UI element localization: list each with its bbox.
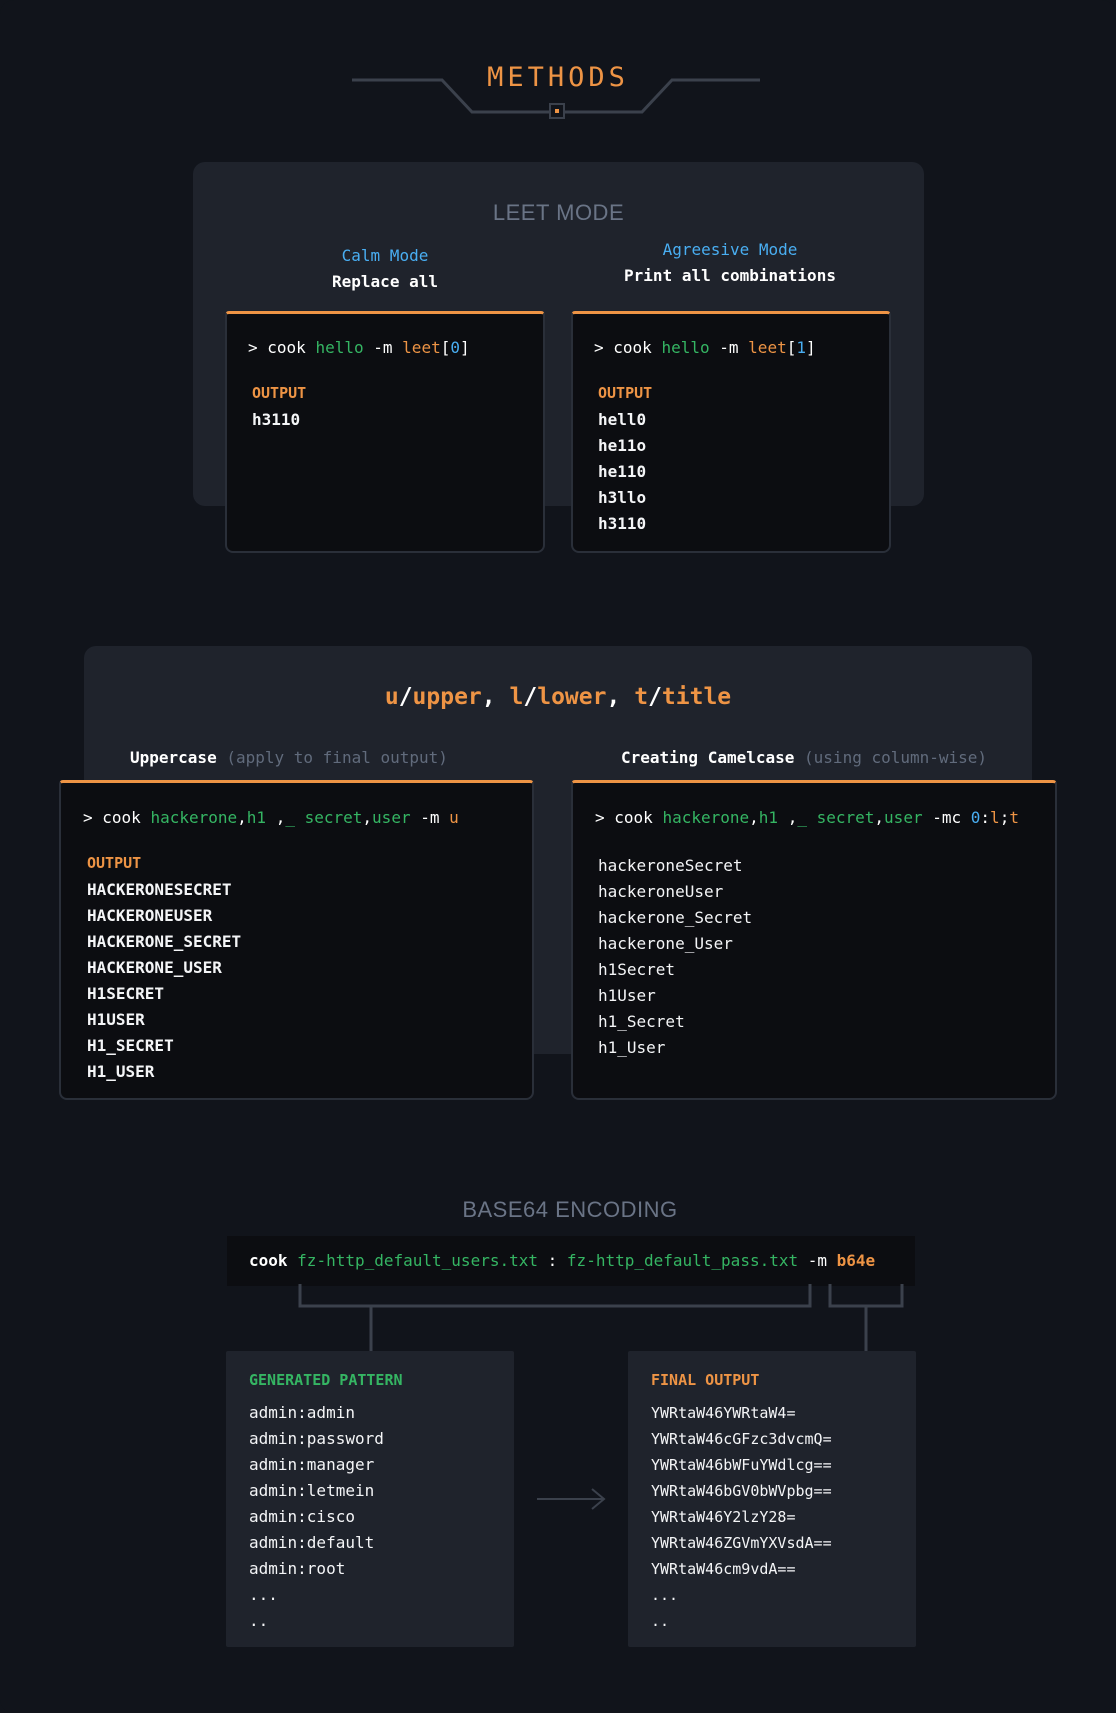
final-output-box: FINAL OUTPUT YWRtaW46YWRtaW4= YWRtaW46cG…: [628, 1351, 916, 1647]
generated-pattern-list: admin:admin admin:password admin:manager…: [249, 1403, 384, 1630]
generated-pattern-label: GENERATED PATTERN: [249, 1371, 403, 1389]
generated-pattern-box: GENERATED PATTERN admin:admin admin:pass…: [226, 1351, 514, 1647]
base64-connector-lines: [298, 1284, 904, 1510]
final-output-label: FINAL OUTPUT: [651, 1371, 760, 1389]
final-output-list: YWRtaW46YWRtaW4= YWRtaW46cGFzc3dvcmQ= YW…: [651, 1404, 832, 1630]
